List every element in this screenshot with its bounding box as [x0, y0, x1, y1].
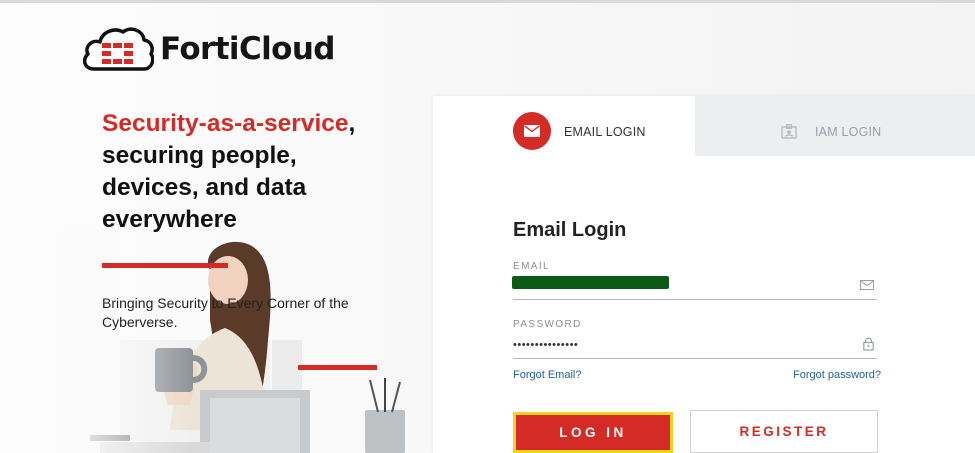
tab-iam-login[interactable]: IAM LOGIN: [695, 96, 975, 156]
tab-email-login[interactable]: EMAIL LOGIN: [433, 96, 695, 156]
hero-subtext: Bringing Security to Every Corner of the…: [102, 295, 349, 330]
envelope-icon: [860, 280, 874, 290]
id-card-icon: [781, 124, 797, 139]
lock-icon: [863, 337, 874, 351]
form-title: Email Login: [513, 219, 627, 241]
accent-divider-secondary: [298, 365, 377, 370]
tagline-line4: everywhere: [102, 206, 237, 233]
hero-tagline: Security-as-a-service, securing people, …: [102, 108, 402, 236]
tagline-line3: devices, and data: [102, 174, 307, 201]
forticloud-cloud-logo-icon: [82, 27, 154, 71]
envelope-icon: [524, 125, 540, 137]
forgot-email-link[interactable]: Forgot Email?: [513, 369, 581, 381]
tagline-line2: securing people,: [102, 142, 297, 169]
login-card: EMAIL LOGIN IAM LOGIN Email Login EMAIL …: [433, 96, 975, 453]
password-label: PASSWORD: [513, 319, 582, 330]
tagline-comma: ,: [348, 110, 356, 137]
email-label: EMAIL: [513, 261, 551, 272]
login-button[interactable]: LOG IN: [513, 412, 673, 453]
forticloud-logo[interactable]: FortiCloud: [80, 22, 335, 76]
brand-name: FortiCloud: [160, 31, 335, 67]
tab-email-label: EMAIL LOGIN: [564, 125, 646, 139]
register-button[interactable]: REGISTER: [690, 410, 878, 453]
accent-divider: [102, 263, 228, 268]
tagline-accent: Security-as-a-service: [102, 110, 349, 137]
envelope-icon-badge: [513, 112, 551, 150]
password-field[interactable]: [513, 332, 877, 359]
forgot-password-link[interactable]: Forgot password?: [793, 369, 881, 381]
tab-iam-label: IAM LOGIN: [815, 125, 882, 139]
email-redaction: [512, 276, 669, 289]
